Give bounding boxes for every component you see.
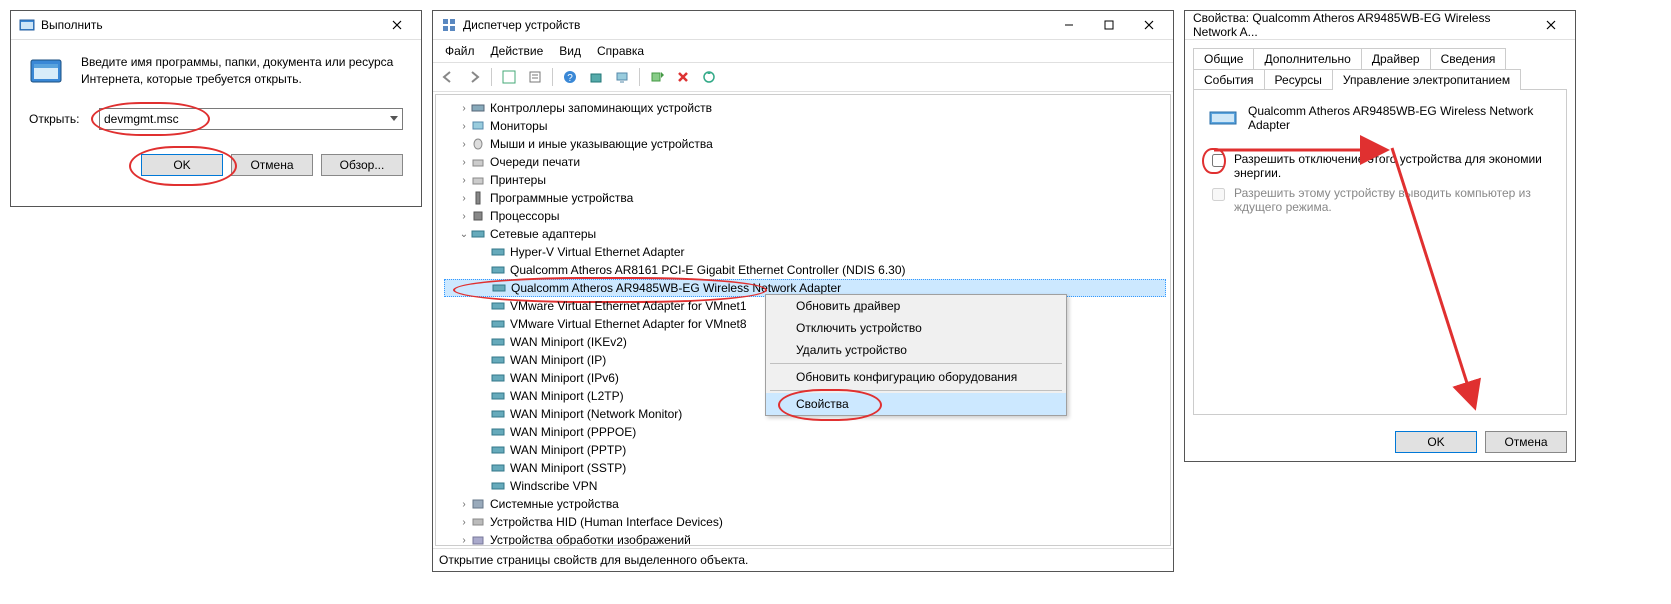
prop-body: Общие Дополнительно Драйвер Сведения Соб…: [1185, 40, 1575, 423]
cancel-button[interactable]: Отмена: [231, 154, 313, 176]
annotation-arrow: [1194, 90, 1564, 420]
update-driver-icon[interactable]: [698, 66, 720, 88]
adapter-item[interactable]: Hyper-V Virtual Ethernet Adapter: [444, 243, 1166, 261]
cancel-button[interactable]: Отмена: [1485, 431, 1567, 453]
open-label: Открыть:: [29, 112, 99, 126]
svg-text:?: ?: [567, 73, 573, 84]
adapter-item[interactable]: Windscribe VPN: [444, 477, 1166, 495]
adapter-item[interactable]: WAN Miniport (PPTP): [444, 441, 1166, 459]
menu-help[interactable]: Справка: [589, 42, 652, 60]
device-manager-window: Диспетчер устройств Файл Действие Вид Сп…: [432, 10, 1174, 572]
adapter-icon: [1208, 106, 1240, 130]
run-title: Выполнить: [41, 18, 377, 32]
tab-panel: Qualcomm Atheros AR9485WB-EG Wireless Ne…: [1193, 89, 1567, 415]
cat-storage-controllers[interactable]: ›Контроллеры запоминающих устройств: [444, 99, 1166, 117]
cat-print-queues[interactable]: ›Очереди печати: [444, 153, 1166, 171]
minimize-button[interactable]: [1049, 11, 1089, 39]
menubar: Файл Действие Вид Справка: [433, 40, 1173, 63]
maximize-button[interactable]: [1089, 11, 1129, 39]
show-hide-tree-icon[interactable]: [498, 66, 520, 88]
tab-general[interactable]: Общие: [1193, 48, 1254, 69]
cat-network-adapters[interactable]: ⌄Сетевые адаптеры: [444, 225, 1166, 243]
ok-button[interactable]: OK: [1395, 431, 1477, 453]
menu-file[interactable]: Файл: [437, 42, 483, 60]
cat-software-devices[interactable]: ›Программные устройства: [444, 189, 1166, 207]
adapter-item[interactable]: WAN Miniport (PPPOE): [444, 423, 1166, 441]
close-button[interactable]: [377, 11, 417, 39]
close-button[interactable]: [1531, 11, 1571, 39]
run-dialog: Выполнить Введите имя программы, папки, …: [10, 10, 422, 207]
back-icon[interactable]: [437, 66, 459, 88]
status-bar: Открытие страницы свойств для выделенног…: [433, 548, 1173, 571]
cat-processors[interactable]: ›Процессоры: [444, 207, 1166, 225]
ctx-properties[interactable]: Свойства: [766, 393, 1066, 415]
cat-hid[interactable]: ›Устройства HID (Human Interface Devices…: [444, 513, 1166, 531]
properties-icon[interactable]: [524, 66, 546, 88]
monitor-icon[interactable]: [611, 66, 633, 88]
help-icon[interactable]: ?: [559, 66, 581, 88]
cat-mice[interactable]: ›Мыши и иные указывающие устройства: [444, 135, 1166, 153]
enable-icon[interactable]: [646, 66, 668, 88]
browse-button[interactable]: Обзор...: [321, 154, 403, 176]
ok-button[interactable]: OK: [141, 154, 223, 176]
ctx-remove-device[interactable]: Удалить устройство: [766, 339, 1066, 361]
menu-action[interactable]: Действие: [483, 42, 552, 60]
run-logo-icon: [29, 54, 69, 90]
open-input[interactable]: [99, 108, 403, 130]
tab-advanced[interactable]: Дополнительно: [1253, 48, 1361, 69]
ctx-disable-device[interactable]: Отключить устройство: [766, 317, 1066, 339]
ctx-update-driver[interactable]: Обновить драйвер: [766, 295, 1066, 317]
cat-printers[interactable]: ›Принтеры: [444, 171, 1166, 189]
adapter-name: Qualcomm Atheros AR9485WB-EG Wireless Ne…: [1248, 104, 1552, 132]
tab-power[interactable]: Управление электропитанием: [1332, 69, 1521, 90]
run-instruction: Введите имя программы, папки, документа …: [81, 54, 403, 90]
menu-view[interactable]: Вид: [551, 42, 589, 60]
devmgr-titlebar[interactable]: Диспетчер устройств: [433, 11, 1173, 40]
allow-wake-checkbox: [1212, 188, 1225, 201]
run-titlebar[interactable]: Выполнить: [11, 11, 421, 40]
allow-turnoff-label: Разрешить отключение этого устройства дл…: [1234, 152, 1552, 180]
prop-title: Свойства: Qualcomm Atheros AR9485WB-EG W…: [1193, 11, 1531, 39]
cat-imaging[interactable]: ›Устройства обработки изображений: [444, 531, 1166, 546]
toolbar: ?: [433, 63, 1173, 92]
dropdown-icon[interactable]: [387, 111, 401, 127]
devmgr-icon: [441, 17, 457, 33]
ctx-scan-hardware[interactable]: Обновить конфигурацию оборудования: [766, 366, 1066, 388]
prop-titlebar[interactable]: Свойства: Qualcomm Atheros AR9485WB-EG W…: [1185, 11, 1575, 40]
adapter-item[interactable]: WAN Miniport (SSTP): [444, 459, 1166, 477]
allow-turnoff-checkbox[interactable]: [1212, 154, 1225, 167]
tab-details[interactable]: Сведения: [1430, 48, 1507, 69]
uninstall-icon[interactable]: [672, 66, 694, 88]
tab-resources[interactable]: Ресурсы: [1264, 69, 1333, 90]
run-body: Введите имя программы, папки, документа …: [11, 40, 421, 186]
tab-events[interactable]: События: [1193, 69, 1265, 90]
allow-wake-label: Разрешить этому устройству выводить комп…: [1234, 186, 1552, 214]
run-icon: [19, 17, 35, 33]
devmgr-title: Диспетчер устройств: [463, 18, 1049, 32]
adapter-item[interactable]: Qualcomm Atheros AR8161 PCI-E Gigabit Et…: [444, 261, 1166, 279]
close-button[interactable]: [1129, 11, 1169, 39]
cat-system-devices[interactable]: ›Системные устройства: [444, 495, 1166, 513]
scan-hardware-icon[interactable]: [585, 66, 607, 88]
cat-monitors[interactable]: ›Мониторы: [444, 117, 1166, 135]
forward-icon[interactable]: [463, 66, 485, 88]
context-menu: Обновить драйвер Отключить устройство Уд…: [765, 294, 1067, 416]
tab-driver[interactable]: Драйвер: [1361, 48, 1431, 69]
status-text: Открытие страницы свойств для выделенног…: [439, 553, 748, 567]
properties-dialog: Свойства: Qualcomm Atheros AR9485WB-EG W…: [1184, 10, 1576, 462]
